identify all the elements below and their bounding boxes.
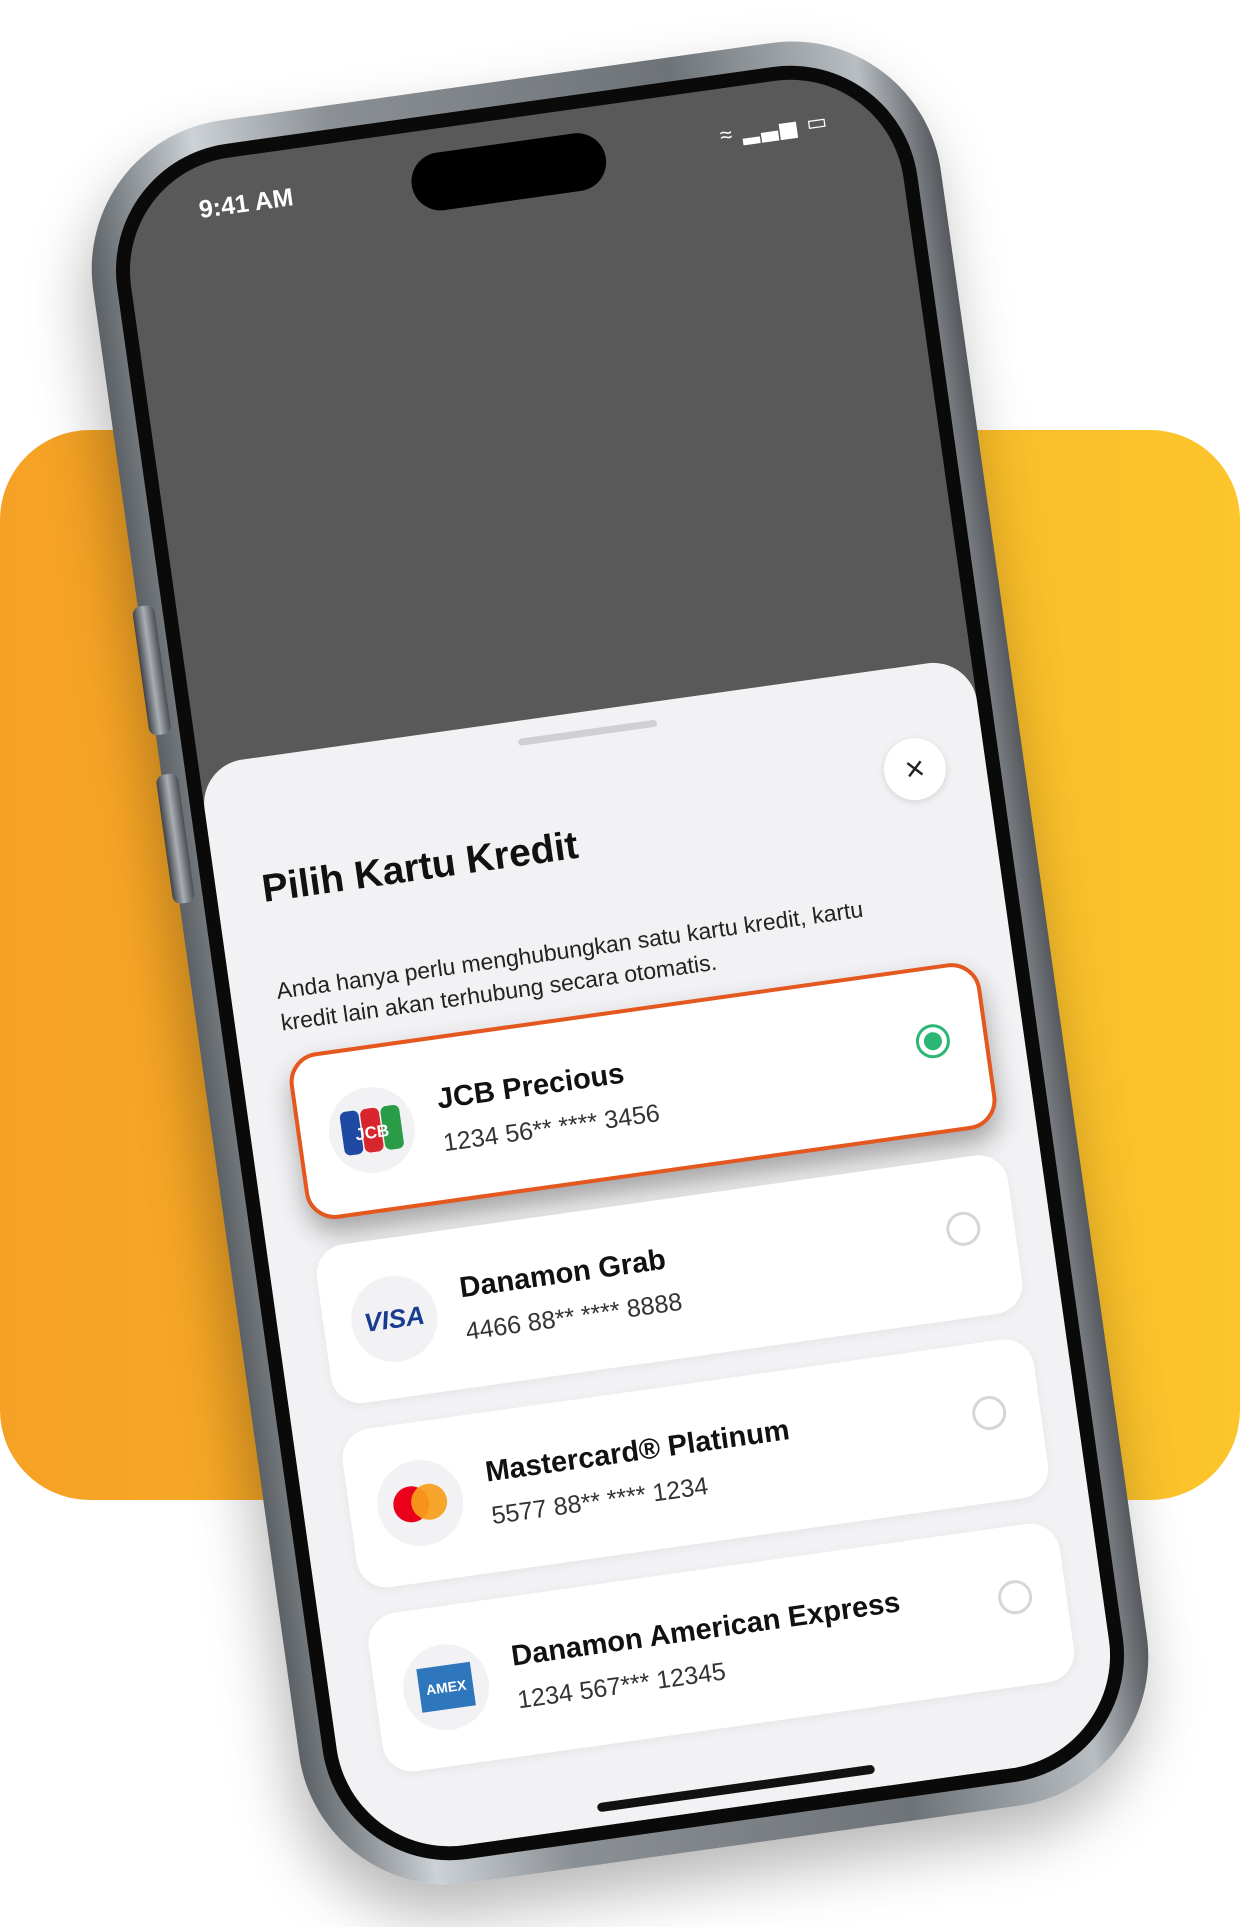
mastercard-logo-graphic <box>393 1483 448 1523</box>
cellular-signal-icon: ▂▃▅ <box>740 112 800 145</box>
wifi-icon: ≈ <box>718 121 736 148</box>
dynamic-island <box>407 129 610 215</box>
visa-logo-text: VISA <box>362 1299 427 1338</box>
close-button[interactable]: × <box>879 734 950 805</box>
credit-card-list: JCB JCB Precious 1234 56** **** 3456 VIS… <box>285 959 1082 1801</box>
close-icon: × <box>902 748 928 790</box>
visa-logo: VISA <box>345 1270 443 1368</box>
mastercard-logo <box>371 1454 469 1552</box>
jcb-logo-graphic: JCB <box>339 1104 404 1156</box>
home-indicator <box>596 1764 876 1813</box>
amex-logo-box: AMEX <box>416 1661 476 1713</box>
phone-frame: 9:41 AM ≈ ▂▃▅ ▭ × Pilih Kartu Kredit And… <box>72 22 1168 1904</box>
radio-unselected[interactable] <box>995 1577 1035 1617</box>
radio-dot <box>922 1031 944 1052</box>
amex-logo-text: AMEX <box>424 1676 468 1698</box>
phone-bezel: 9:41 AM ≈ ▂▃▅ ▭ × Pilih Kartu Kredit And… <box>99 49 1141 1877</box>
status-time: 9:41 AM <box>197 183 296 225</box>
jcb-logo: JCB <box>323 1081 421 1179</box>
phone-screen: 9:41 AM ≈ ▂▃▅ ▭ × Pilih Kartu Kredit And… <box>115 65 1125 1861</box>
radio-selected[interactable] <box>913 1022 953 1061</box>
card-name: Mastercard® Platinum <box>483 1414 792 1489</box>
sheet-grabber[interactable] <box>517 719 658 746</box>
sheet-title: Pilih Kartu Kredit <box>259 823 581 911</box>
status-icons: ≈ ▂▃▅ ▭ <box>718 108 830 149</box>
bottom-sheet: × Pilih Kartu Kredit Anda hanya perlu me… <box>198 657 1125 1861</box>
amex-logo: AMEX <box>397 1638 495 1736</box>
radio-unselected[interactable] <box>944 1209 983 1249</box>
battery-icon: ▭ <box>804 107 831 136</box>
radio-unselected[interactable] <box>970 1393 1009 1433</box>
